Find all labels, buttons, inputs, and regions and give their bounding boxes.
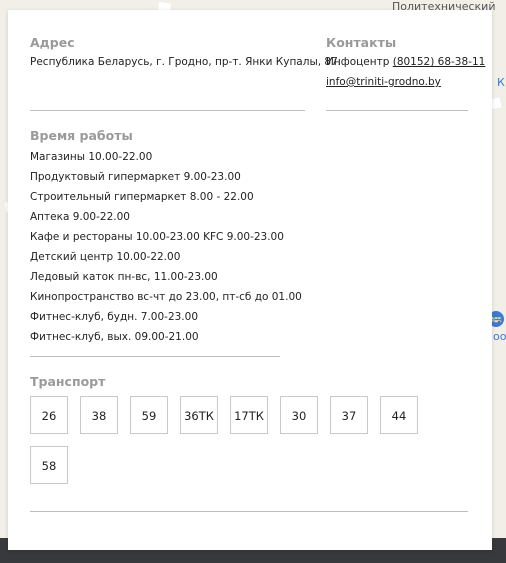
hours-item: Фитнес-клуб, вых. 09.00-21.00 <box>30 331 199 343</box>
hours-item: Строительный гипермаркет 8.00 - 22.00 <box>30 191 254 203</box>
hours-item: Магазины 10.00-22.00 <box>30 151 153 163</box>
hours-item: Фитнес-клуб, будн. 7.00-23.00 <box>30 311 198 323</box>
contacts-title: Контакты <box>326 35 397 50</box>
hours-title: Время работы <box>30 128 133 143</box>
route-button-58[interactable]: 58 <box>30 446 68 484</box>
contacts-phone-row: Инфоцентр (80152) 68-38-11 <box>326 56 485 68</box>
hours-item: Кафе и рестораны 10.00-23.00 KFC 9.00-23… <box>30 231 284 243</box>
divider <box>30 110 305 111</box>
phone-link[interactable]: (80152) 68-38-11 <box>393 56 486 68</box>
hours-list: Магазины 10.00-22.00 Продуктовый гиперма… <box>30 150 302 350</box>
hours-item: Продуктовый гипермаркет 9.00-23.00 <box>30 171 241 183</box>
route-button-59[interactable]: 59 <box>130 396 168 434</box>
divider <box>326 110 468 111</box>
route-button-30[interactable]: 30 <box>280 396 318 434</box>
route-button-17tk[interactable]: 17ТК <box>230 396 268 434</box>
hours-item: Кинопространство вс-чт до 23.00, пт-сб д… <box>30 291 302 303</box>
route-button-26[interactable]: 26 <box>30 396 68 434</box>
route-button-37[interactable]: 37 <box>330 396 368 434</box>
route-button-44[interactable]: 44 <box>380 396 418 434</box>
map-label: К <box>497 76 505 89</box>
route-button-38[interactable]: 38 <box>80 396 118 434</box>
divider <box>30 356 280 357</box>
info-card: Адрес Республика Беларусь, г. Гродно, пр… <box>8 10 492 550</box>
hours-item: Детский центр 10.00-22.00 <box>30 251 181 263</box>
email-link[interactable]: info@triniti-grodno.by <box>326 76 441 88</box>
map-label: оод <box>493 330 506 343</box>
address-title: Адрес <box>30 35 75 50</box>
transport-title: Транспорт <box>30 374 106 389</box>
hours-item: Ледовый каток пн-вс, 11.00-23.00 <box>30 271 218 283</box>
hours-item: Аптека 9.00-22.00 <box>30 211 130 223</box>
divider <box>30 511 468 512</box>
route-button-36tk[interactable]: 36ТК <box>180 396 218 434</box>
address-text: Республика Беларусь, г. Гродно, пр-т. Ян… <box>30 56 342 68</box>
info-center-label: Инфоцентр <box>326 56 390 68</box>
